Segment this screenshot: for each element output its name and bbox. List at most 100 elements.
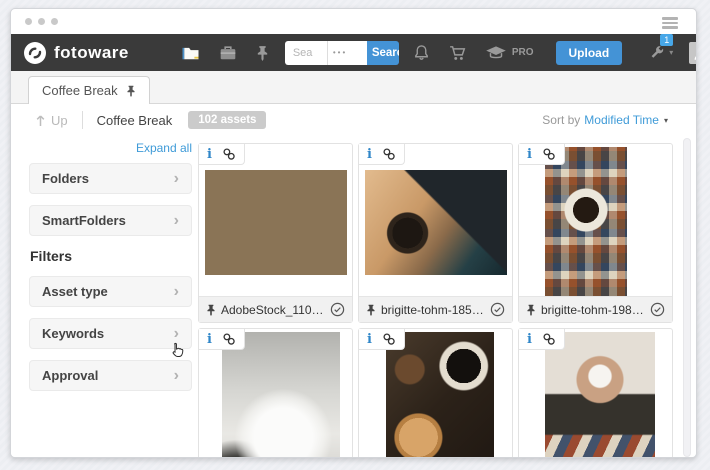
asset-card[interactable]: i brigitte-tohm-19847... — [518, 143, 673, 323]
fotoware-logo-icon — [24, 42, 46, 64]
pin-icon[interactable] — [526, 304, 536, 316]
thumbnail-coffee-pancakes[interactable] — [386, 332, 494, 458]
filter-item-label: Asset type — [42, 284, 108, 299]
breadcrumb: Up Coffee Break 102 assets Sort by Modif… — [11, 104, 696, 136]
filename[interactable]: brigitte-tohm-18506... — [381, 303, 485, 317]
fotoware-logo[interactable]: fotoware — [24, 42, 129, 64]
chevron-right-icon: › — [174, 367, 179, 385]
thumbnail-coffee-plaid[interactable] — [545, 147, 627, 297]
check-circle-icon[interactable] — [490, 302, 505, 317]
notification-count-badge: 1 — [660, 34, 673, 46]
album-title: Coffee Break — [97, 113, 173, 128]
thumbnail-snow-heart-path[interactable] — [222, 332, 340, 458]
tab-coffee-break[interactable]: Coffee Break — [28, 76, 150, 104]
upload-button[interactable]: Upload — [556, 41, 623, 65]
info-icon[interactable]: i — [207, 333, 212, 346]
sidebar: Expand all Folders › SmartFolders › Filt… — [29, 141, 192, 402]
vertical-scrollbar[interactable] — [683, 138, 691, 457]
filter-item-asset-type[interactable]: Asset type › — [29, 276, 192, 307]
search-input[interactable] — [285, 47, 327, 59]
check-circle-icon[interactable] — [650, 302, 665, 317]
briefcase-icon[interactable] — [219, 45, 237, 61]
card-actions: i — [199, 144, 245, 165]
link-icon[interactable] — [542, 332, 556, 346]
search-options-dots-icon[interactable]: ••• — [327, 41, 352, 65]
link-icon[interactable] — [222, 332, 236, 346]
check-circle-icon[interactable] — [330, 302, 345, 317]
pro-label: PRO — [512, 47, 534, 58]
sidebar-item-smartfolders[interactable]: SmartFolders › — [29, 205, 192, 236]
window-control-dots[interactable] — [25, 18, 58, 25]
card-actions: i — [519, 144, 565, 165]
filters-heading: Filters — [30, 248, 192, 264]
link-icon[interactable] — [382, 332, 396, 346]
asset-count-badge: 102 assets — [188, 111, 266, 129]
link-icon[interactable] — [222, 147, 236, 161]
avatar — [689, 42, 697, 64]
expand-all-link[interactable]: Expand all — [29, 141, 192, 155]
thumbnail-cafe-man[interactable] — [205, 170, 347, 275]
sidebar-item-folders[interactable]: Folders › — [29, 163, 192, 194]
app-toolbar: fotoware ••• Search PRO — [11, 34, 696, 71]
asset-card[interactable]: i — [518, 328, 673, 458]
card-actions: i — [359, 329, 405, 350]
asset-card[interactable]: i AdobeStock_110201... — [198, 143, 353, 323]
filter-item-label: Approval — [42, 368, 98, 383]
chevron-right-icon: › — [174, 170, 179, 188]
pin-icon[interactable] — [366, 304, 376, 316]
card-actions: i — [199, 329, 245, 350]
archives-folder-icon[interactable] — [181, 45, 200, 61]
pin-icon[interactable] — [206, 304, 216, 316]
graduation-cap-icon — [485, 45, 507, 60]
info-icon[interactable]: i — [527, 148, 532, 161]
search-button[interactable]: Search — [367, 41, 399, 65]
filename[interactable]: AdobeStock_110201... — [221, 303, 325, 317]
cart-icon[interactable] — [449, 45, 467, 61]
asset-card[interactable]: i brigitte-tohm-18506... — [358, 143, 513, 323]
card-label-bar: brigitte-tohm-18506... — [359, 296, 512, 322]
app-window: fotoware ••• Search PRO — [10, 8, 697, 458]
filename[interactable]: brigitte-tohm-19847... — [541, 303, 645, 317]
content-area: Expand all Folders › SmartFolders › Filt… — [11, 136, 696, 458]
search-box: ••• — [285, 41, 367, 65]
divider — [82, 111, 83, 129]
tab-pin-icon — [126, 85, 136, 97]
thumbnail-cookies-laptop[interactable] — [365, 170, 507, 275]
academy-pro-group[interactable]: PRO — [485, 45, 534, 60]
sidebar-item-label: SmartFolders — [42, 213, 126, 228]
up-label: Up — [51, 113, 68, 128]
up-arrow-icon — [35, 114, 46, 127]
menu-icon[interactable] — [662, 17, 678, 29]
thumbnail-hands-snow-heart[interactable] — [545, 332, 655, 458]
tools-menu[interactable]: 1 ▾ — [649, 45, 673, 61]
user-menu[interactable]: ▾ — [689, 42, 697, 64]
sort-caret-down-icon: ▾ — [664, 116, 668, 125]
chevron-right-icon: › — [174, 283, 179, 301]
asset-card[interactable]: i — [198, 328, 353, 458]
filter-item-label: Keywords — [42, 326, 104, 341]
info-icon[interactable]: i — [367, 148, 372, 161]
filter-item-keywords[interactable]: Keywords › — [29, 318, 192, 349]
wrench-icon — [649, 45, 665, 61]
sidebar-item-label: Folders — [42, 171, 89, 186]
chevron-right-icon: › — [174, 212, 179, 230]
search-group: ••• Search — [285, 41, 399, 65]
info-icon[interactable]: i — [527, 333, 532, 346]
notifications-bell-icon[interactable] — [413, 44, 430, 61]
info-icon[interactable]: i — [207, 148, 212, 161]
info-icon[interactable]: i — [367, 333, 372, 346]
sort-value-dropdown[interactable]: Modified Time — [584, 113, 659, 127]
tab-label: Coffee Break — [42, 83, 118, 98]
filter-item-approval[interactable]: Approval › — [29, 360, 192, 391]
chevron-right-icon: › — [174, 325, 179, 343]
sort-control: Sort by Modified Time ▾ — [542, 113, 668, 127]
asset-card[interactable]: i — [358, 328, 513, 458]
card-label-bar: AdobeStock_110201... — [199, 296, 352, 322]
link-icon[interactable] — [382, 147, 396, 161]
link-icon[interactable] — [542, 147, 556, 161]
up-button[interactable]: Up — [35, 113, 68, 128]
card-actions: i — [519, 329, 565, 350]
pinned-items-icon[interactable] — [256, 45, 269, 61]
card-label-bar: brigitte-tohm-19847... — [519, 296, 672, 322]
sort-label: Sort by — [542, 113, 580, 127]
